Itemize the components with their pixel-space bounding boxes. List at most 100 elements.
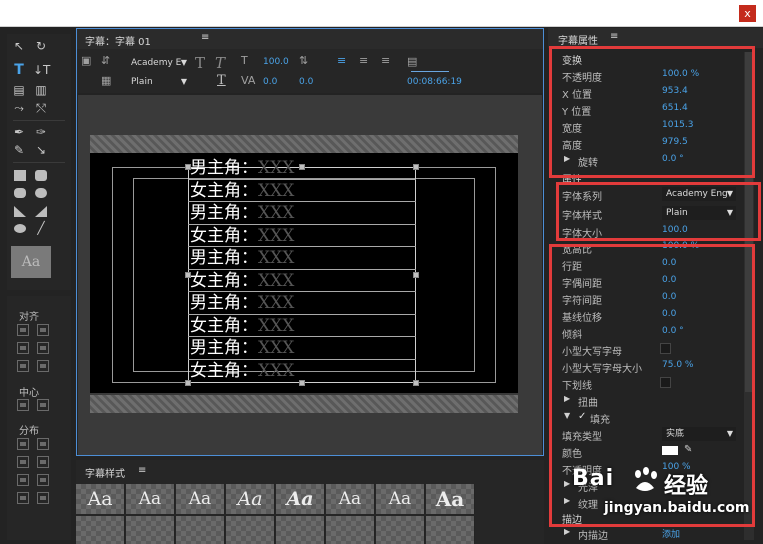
vertical-path-type-tool-icon[interactable]: ⤲ [33, 100, 49, 116]
resize-handle[interactable] [413, 164, 419, 170]
distribute-left-icon[interactable] [17, 438, 29, 450]
video-frame: 男主角：XXX 女主角：XXX 男主角：XXX 女主角：XXX 男主角：XXX … [90, 153, 518, 393]
roll-crawl-icon[interactable]: ⇵ [101, 54, 110, 67]
distribute-bottom-icon[interactable] [37, 474, 49, 486]
center-vertical-icon[interactable] [37, 399, 49, 411]
title-tab[interactable]: 字幕：字幕 01 [85, 33, 151, 48]
distribute-spacing-v-icon[interactable] [37, 492, 49, 504]
align-center-h-icon[interactable] [17, 342, 29, 354]
tracking-value[interactable]: 0.0 [299, 77, 313, 87]
style-swatch[interactable] [276, 516, 325, 544]
center-horizontal-icon[interactable] [17, 399, 29, 411]
inner-stroke-row[interactable]: ▶ 内描边 添加 [548, 525, 743, 542]
distribute-spacing-h-icon[interactable] [17, 492, 29, 504]
line-tool-icon[interactable]: ╱ [33, 220, 49, 236]
align-panel: 对齐 中心 分布 [7, 296, 71, 540]
title-toolbar: ▣ ⇵ ▦ Academy E ▼ Plain ▼ T T T T 100.0 VA… [77, 49, 543, 93]
style-swatch[interactable]: Aa [376, 484, 425, 514]
pen-tool-icon[interactable]: ✒ [11, 124, 27, 140]
resize-handle[interactable] [299, 380, 305, 386]
font-size-value[interactable]: 100.0 [263, 57, 289, 67]
style-swatch[interactable]: Aa [276, 484, 325, 514]
subtitle-line: 女主角：XXX [190, 316, 295, 336]
distribute-right-icon[interactable] [17, 474, 29, 486]
style-swatch[interactable] [376, 516, 425, 544]
subtitle-line: 男主角：XXX [190, 158, 295, 178]
paw-icon [635, 467, 657, 491]
convert-anchor-tool-icon[interactable]: ↘ [33, 142, 49, 158]
title-tools-panel: ↖ ↻ T ↓T ▤ ▥ ⤳ ⤲ ✒ ✑ ✎ ↘ ╱ Aa [7, 34, 71, 290]
panel-menu-icon[interactable]: ≡ [201, 32, 209, 43]
ellipse-tool-icon[interactable] [14, 224, 26, 233]
style-swatch[interactable]: Aa [426, 484, 475, 514]
watermark-url: jingyan.baidu.com [604, 500, 750, 516]
resize-handle[interactable] [299, 164, 305, 170]
distribute-center-h-icon[interactable] [17, 456, 29, 468]
vertical-area-type-tool-icon[interactable]: ▥ [33, 82, 49, 98]
delete-anchor-tool-icon[interactable]: ✑ [33, 124, 49, 140]
align-right-text-icon[interactable]: ≡ [381, 54, 390, 67]
title-designer-panel: 字幕：字幕 01 ≡ ▣ ⇵ ▦ Academy E ▼ Plain ▼ T T T… [76, 28, 544, 456]
style-swatch[interactable]: Aa [76, 484, 125, 514]
style-swatch[interactable]: Aa [226, 484, 275, 514]
style-swatch[interactable]: Aa [176, 484, 225, 514]
italic-icon[interactable]: T [215, 54, 225, 72]
style-swatch[interactable] [326, 516, 375, 544]
style-swatch[interactable] [426, 516, 475, 544]
style-swatch[interactable] [76, 516, 125, 544]
rectangle-tool-icon[interactable] [14, 170, 26, 181]
style-swatch[interactable]: Aa [326, 484, 375, 514]
align-center-v-icon[interactable] [37, 342, 49, 354]
align-bottom-icon[interactable] [37, 360, 49, 372]
align-left-icon[interactable] [17, 324, 29, 336]
center-label: 中心 [19, 388, 39, 399]
clipped-rectangle-tool-icon[interactable] [35, 170, 47, 181]
add-anchor-tool-icon[interactable]: ✎ [11, 142, 27, 158]
distribute-top-icon[interactable] [37, 438, 49, 450]
style-swatch[interactable]: Aa [126, 484, 175, 514]
subtitle-line: 男主角：XXX [190, 338, 295, 358]
resize-handle[interactable] [413, 380, 419, 386]
font-family-dropdown[interactable]: Academy E ▼ [131, 56, 187, 70]
new-title-icon[interactable]: ▣ [81, 54, 91, 67]
subtitle-line: 男主角：XXX [190, 293, 295, 313]
style-swatch[interactable] [176, 516, 225, 544]
align-center-text-icon[interactable]: ≡ [359, 54, 368, 67]
styles-panel-menu-icon[interactable]: ≡ [138, 465, 146, 476]
align-top-icon[interactable] [37, 324, 49, 336]
style-swatch[interactable] [126, 516, 175, 544]
title-canvas[interactable]: 男主角：XXX 女主角：XXX 男主角：XXX 女主角：XXX 男主角：XXX … [78, 95, 542, 455]
type-tool-icon[interactable]: T [11, 62, 27, 78]
properties-title: 字幕属性 [558, 36, 598, 47]
rotation-tool-icon[interactable]: ↻ [33, 38, 49, 54]
underline-icon[interactable]: T [217, 73, 226, 88]
tab-stops-icon[interactable]: ▤ [407, 55, 417, 68]
chevron-down-icon: ▼ [180, 77, 187, 86]
timeline-bar [411, 71, 449, 72]
arc-tool-icon[interactable] [35, 206, 47, 217]
rounded-corner-rectangle-tool-icon[interactable] [35, 188, 47, 198]
title-tab-bar: 字幕：字幕 01 ≡ [77, 29, 543, 49]
templates-icon[interactable]: ▦ [101, 74, 111, 87]
timecode[interactable]: 00:08:66:19 [407, 77, 462, 87]
vertical-type-tool-icon[interactable]: ↓T [33, 62, 50, 78]
properties-menu-icon[interactable]: ≡ [610, 31, 618, 42]
distribute-center-v-icon[interactable] [37, 456, 49, 468]
align-left-text-icon[interactable]: ≡ [337, 54, 346, 67]
font-style-dropdown[interactable]: Plain ▼ [131, 75, 187, 89]
area-type-tool-icon[interactable]: ▤ [11, 82, 27, 98]
expand-triangle-icon[interactable]: ▶ [564, 527, 570, 536]
align-right-icon[interactable] [17, 360, 29, 372]
add-inner-stroke-link[interactable]: 添加 [662, 527, 680, 540]
bold-icon[interactable]: T [195, 54, 205, 72]
resize-handle[interactable] [413, 272, 419, 278]
path-type-tool-icon[interactable]: ⤳ [11, 100, 27, 116]
wedge-tool-icon[interactable] [14, 206, 26, 217]
kerning-value[interactable]: 0.0 [263, 77, 277, 87]
rounded-rectangle-tool-icon[interactable] [14, 188, 26, 198]
selection-tool-icon[interactable]: ↖ [11, 38, 27, 54]
align-label: 对齐 [19, 312, 39, 323]
style-swatch[interactable] [226, 516, 275, 544]
window-title-bar: x [0, 0, 763, 27]
close-button[interactable]: x [739, 5, 756, 22]
